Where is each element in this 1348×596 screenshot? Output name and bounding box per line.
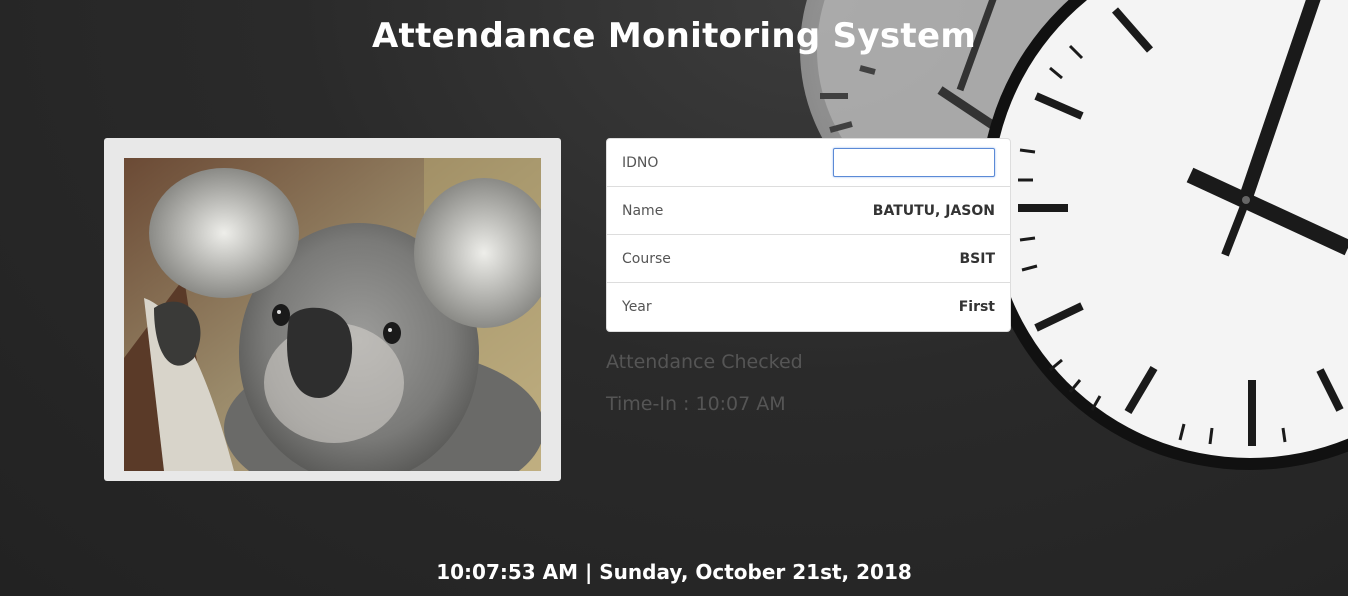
attendance-status-message: Attendance Checked [606, 351, 803, 373]
year-label: Year [622, 299, 652, 315]
course-row: Course BSIT [607, 235, 1010, 283]
student-photo [124, 158, 541, 471]
time-in-text: Time-In : 10:07 AM [606, 393, 786, 415]
current-datetime: 10:07:53 AM | Sunday, October 21st, 2018 [436, 560, 912, 584]
name-value: BATUTU, JASON [872, 202, 995, 219]
course-value: BSIT [959, 250, 995, 267]
idno-row: IDNO [607, 139, 1010, 187]
name-label: Name [622, 202, 664, 219]
name-row: Name BATUTU, JASON [607, 187, 1010, 235]
page-title: Attendance Monitoring System [371, 16, 977, 56]
student-photo-frame [104, 138, 561, 481]
year-value: First [958, 299, 995, 315]
year-row: Year First [607, 283, 1010, 331]
student-info-panel: IDNO Name BATUTU, JASON Course BSIT Year… [606, 138, 1011, 332]
idno-input[interactable] [833, 148, 995, 177]
idno-label: IDNO [622, 154, 659, 171]
course-label: Course [622, 250, 671, 267]
